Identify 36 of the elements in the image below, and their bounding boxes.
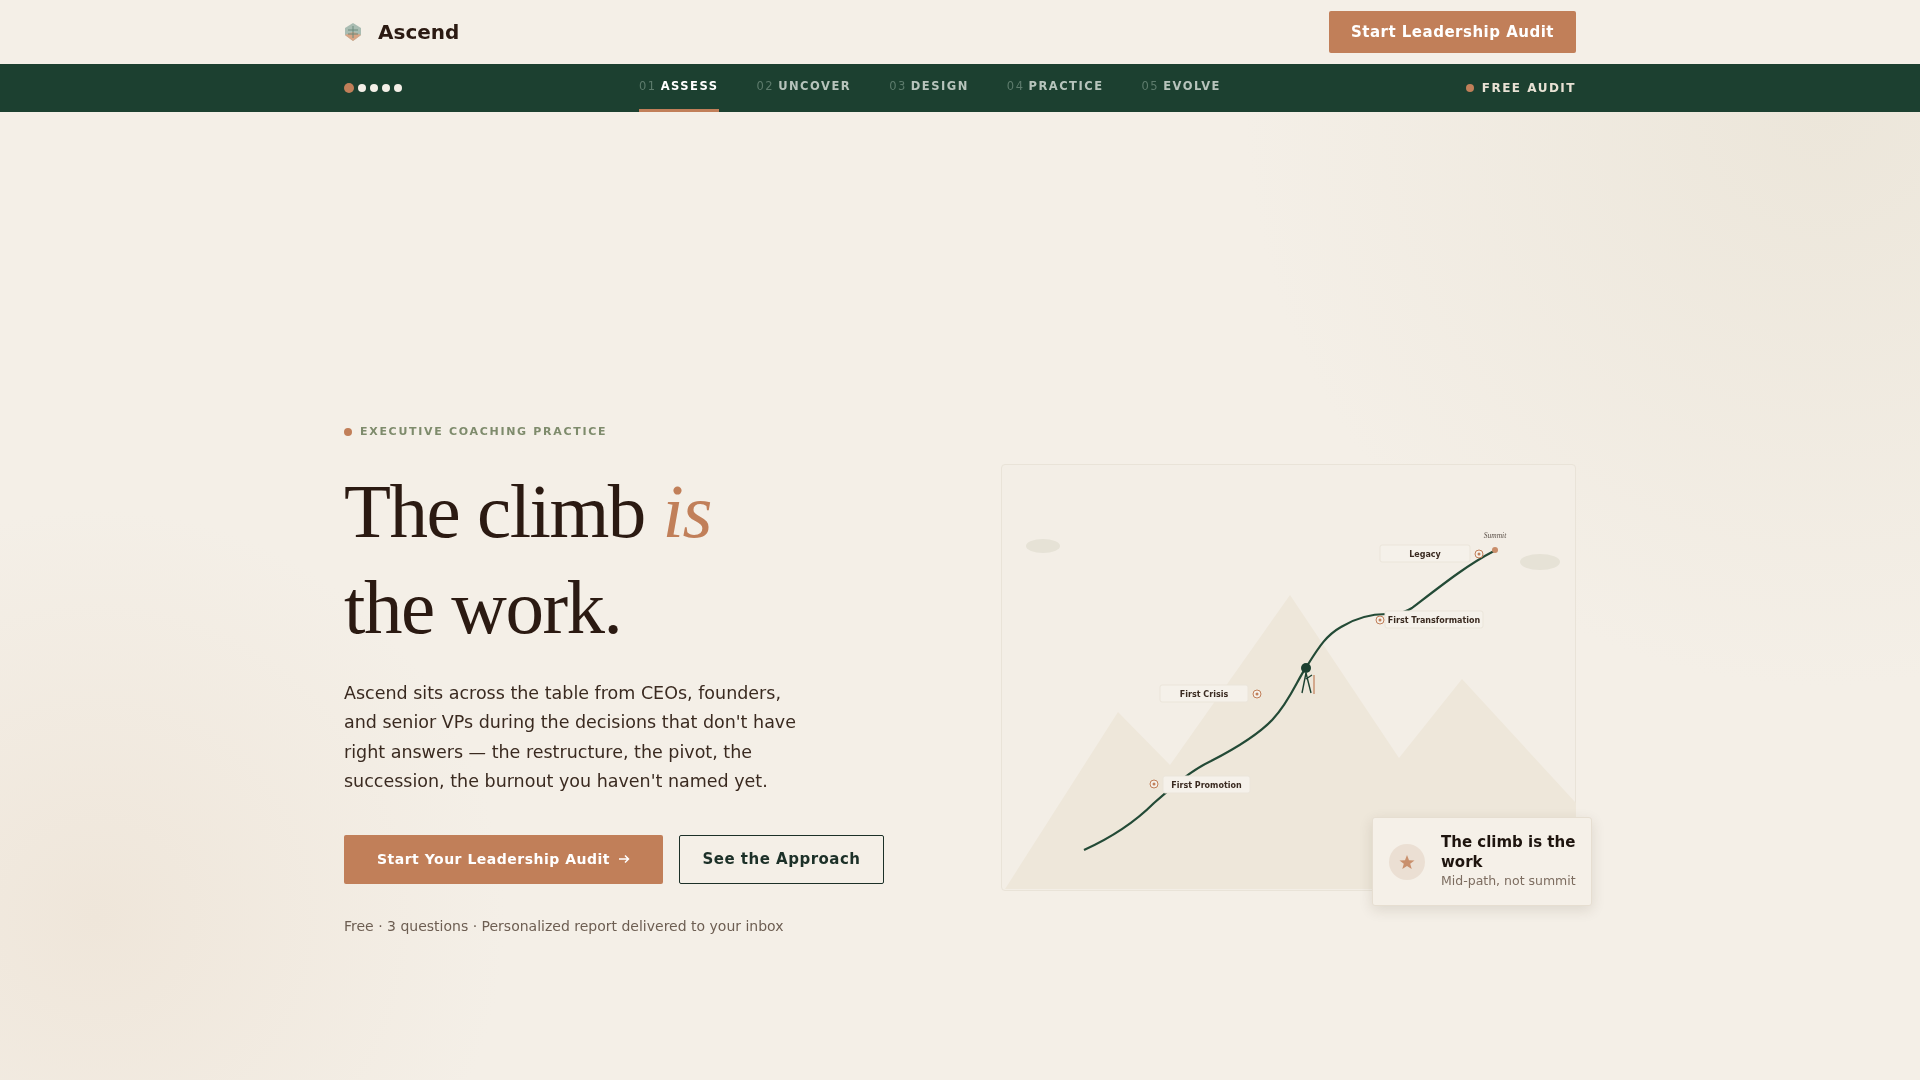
milestone-label: Legacy [1379, 544, 1471, 563]
step-tab[interactable]: 05 EVOLVE [1141, 64, 1221, 112]
step-tab[interactable]: 02 UNCOVER [756, 64, 852, 112]
progress-dot[interactable] [382, 84, 390, 92]
logo-icon [344, 22, 362, 42]
eyebrow-text: EXECUTIVE COACHING PRACTICE [360, 424, 608, 440]
hero-heading: The climb is [344, 466, 712, 556]
approach-button[interactable]: See the Approach [679, 834, 884, 884]
milestone-label: First Promotion [1162, 775, 1251, 794]
progress-dot[interactable] [344, 83, 354, 93]
bullet-dot [344, 428, 352, 437]
progress-dot[interactable] [370, 84, 378, 92]
milestone-label: First Transformation [1384, 610, 1484, 629]
start-audit-button[interactable]: Start Leadership Audit [1328, 10, 1576, 54]
caption-subtitle: Mid-path, not summit [1441, 872, 1577, 891]
target-icon [1375, 615, 1385, 625]
free-audit-link[interactable]: FREE AUDIT [1481, 79, 1576, 97]
footnote-text: Free · 3 questions · Personalized report delivered to your inbox [344, 916, 785, 936]
milestone-label: First Crisis [1159, 684, 1249, 703]
step-tab[interactable]: 04 PRACTICE [1006, 64, 1104, 112]
target-icon [1474, 549, 1484, 559]
status-dot [1465, 84, 1474, 92]
climber-figure [1301, 663, 1315, 695]
caption-title: The climb is the work [1441, 832, 1577, 873]
hero-heading: the work. [344, 562, 623, 652]
target-icon [1149, 779, 1159, 789]
summit-dot [1492, 547, 1498, 553]
progress-dot[interactable] [394, 84, 402, 92]
hero-description: Ascend sits across the table from CEOs, founders, and senior VPs during the decisions that don't have right answers — the restructure, the pivot, the succession, the burnout you haven't named yet. [344, 681, 797, 793]
step-tab[interactable]: 01 ASSESS [639, 64, 719, 112]
step-tab[interactable]: 03 DESIGN [889, 64, 969, 112]
progress-dot[interactable] [358, 84, 366, 92]
brand-name[interactable]: Ascend [378, 17, 460, 47]
arrow-right-icon [618, 854, 630, 864]
start-audit-button[interactable]: Start Your Leadership Audit [344, 834, 663, 884]
target-icon [1252, 689, 1262, 699]
